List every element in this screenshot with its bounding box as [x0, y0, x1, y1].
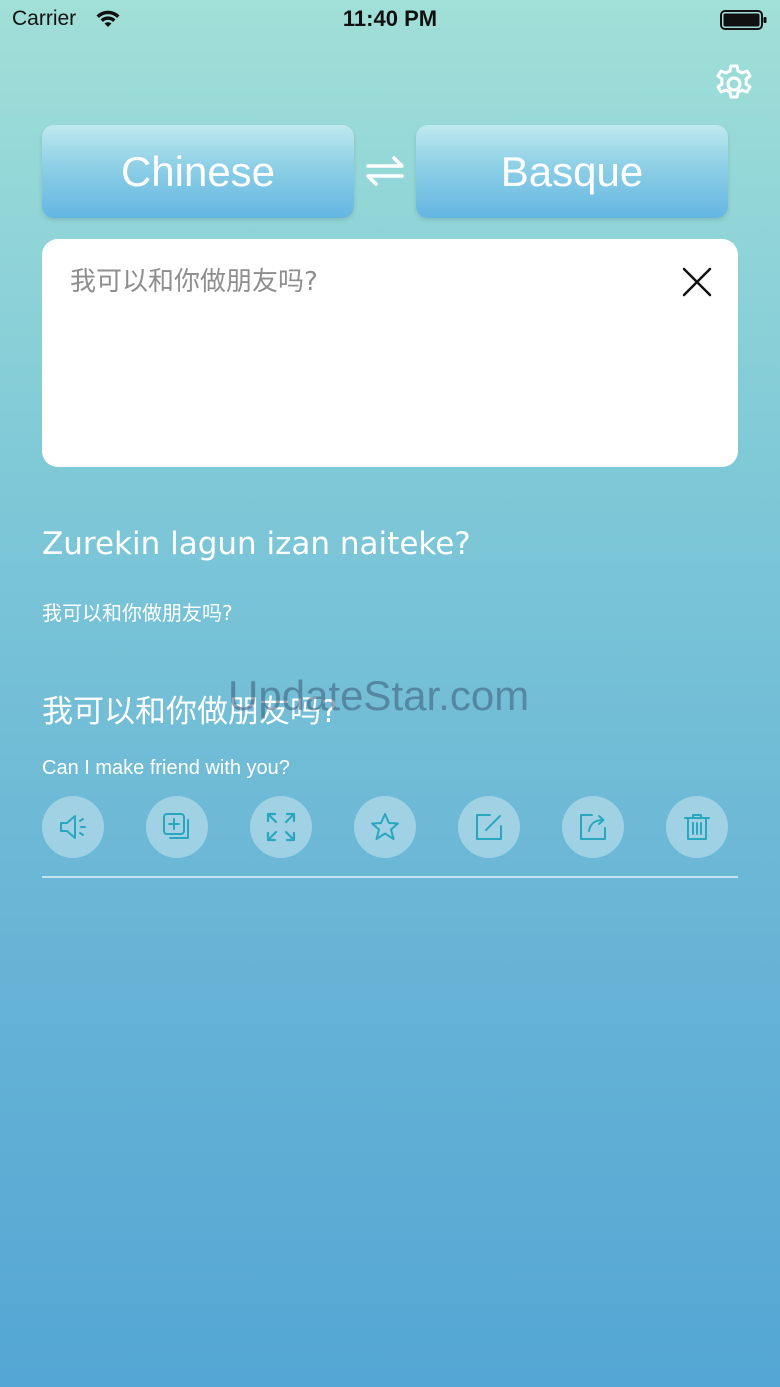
fullscreen-button[interactable]: [250, 796, 312, 858]
swap-languages-icon[interactable]: [364, 154, 406, 188]
close-icon[interactable]: [682, 267, 712, 297]
input-panel: 我可以和你做朋友吗?: [42, 239, 738, 467]
clock: 11:40 PM: [342, 6, 438, 31]
copy-icon: [163, 813, 189, 839]
target-language-button[interactable]: Basque: [416, 125, 728, 218]
battery-icon: [720, 10, 767, 30]
history-translation-text: Can I make friend with you?: [42, 757, 290, 779]
action-toolbar: [42, 796, 738, 858]
edit-icon: [476, 814, 502, 840]
translation-text: Zurekin lagun izan naiteke?: [42, 526, 471, 562]
speaker-icon: [60, 815, 86, 839]
edit-button[interactable]: [458, 796, 520, 858]
source-text-input[interactable]: 我可以和你做朋友吗?: [70, 261, 670, 298]
expand-icon: [266, 812, 296, 842]
share-icon: [580, 814, 606, 840]
speak-button[interactable]: [42, 796, 104, 858]
copy-button[interactable]: [146, 796, 208, 858]
source-language-button[interactable]: Chinese: [42, 125, 354, 218]
watermark: UpdateStar.com: [228, 672, 530, 719]
status-bar: Carrier 11:40 PM: [0, 0, 780, 40]
favorite-button[interactable]: [354, 796, 416, 858]
star-icon: [371, 813, 399, 840]
share-button[interactable]: [562, 796, 624, 858]
trash-icon: [684, 814, 710, 840]
translation-source-text: 我可以和你做朋友吗?: [42, 601, 233, 625]
gear-icon[interactable]: [712, 62, 756, 106]
divider: [42, 876, 738, 878]
delete-button[interactable]: [666, 796, 728, 858]
